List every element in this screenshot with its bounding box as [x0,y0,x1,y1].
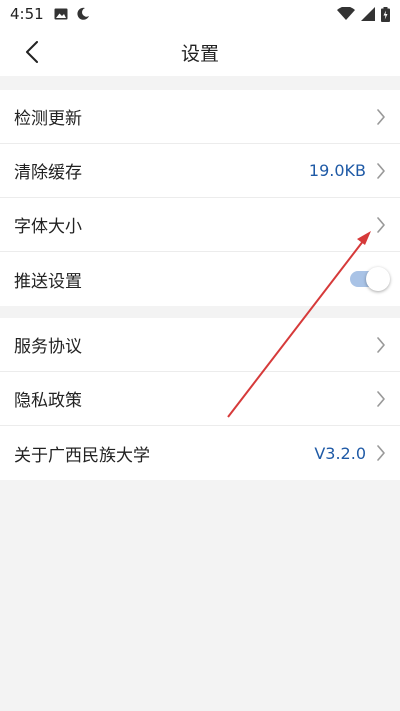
moon-icon [77,7,89,20]
status-bar: 4:51 [0,0,400,28]
back-button[interactable] [18,38,46,66]
chevron-right-icon [377,216,385,233]
chevron-right-icon [377,108,385,125]
chevron-right-icon [377,445,385,461]
settings-item-label: 检测更新 [14,109,82,129]
chevron-right-icon [377,390,385,407]
settings-item-privacy-policy[interactable]: 隐私政策 [0,372,400,426]
image-icon [54,8,68,20]
settings-item-label: 服务协议 [14,337,82,357]
settings-group-general: 检测更新 清除缓存 19.0KB 字体大小 推送设置 [0,90,400,306]
settings-item-clear-cache[interactable]: 清除缓存 19.0KB [0,144,400,198]
chevron-right-icon [377,162,385,179]
signal-icon [361,7,375,21]
settings-item-about[interactable]: 关于广西民族大学 V3.2.0 [0,426,400,480]
settings-item-label: 推送设置 [14,271,82,292]
version-value: V3.2.0 [314,443,366,463]
chevron-right-icon [377,336,385,353]
toggle-knob [366,267,390,291]
page-title: 设置 [180,42,219,65]
settings-item-label: 关于广西民族大学 [14,445,150,466]
battery-icon [381,6,390,22]
settings-group-about: 服务协议 隐私政策 关于广西民族大学 V3.2.0 [0,318,400,480]
chevron-left-icon [26,41,38,63]
cache-size-value: 19.0KB [308,161,366,180]
settings-item-service-agreement[interactable]: 服务协议 [0,318,400,372]
settings-item-font-size[interactable]: 字体大小 [0,198,400,252]
settings-item-label: 清除缓存 [14,163,82,183]
push-toggle[interactable] [350,267,390,291]
settings-item-label: 隐私政策 [14,391,82,411]
settings-item-push: 推送设置 [0,252,400,306]
wifi-icon [337,7,355,20]
status-time: 4:51 [10,5,44,23]
settings-item-label: 字体大小 [14,217,82,237]
settings-item-check-update[interactable]: 检测更新 [0,90,400,144]
header: 设置 [0,28,400,76]
